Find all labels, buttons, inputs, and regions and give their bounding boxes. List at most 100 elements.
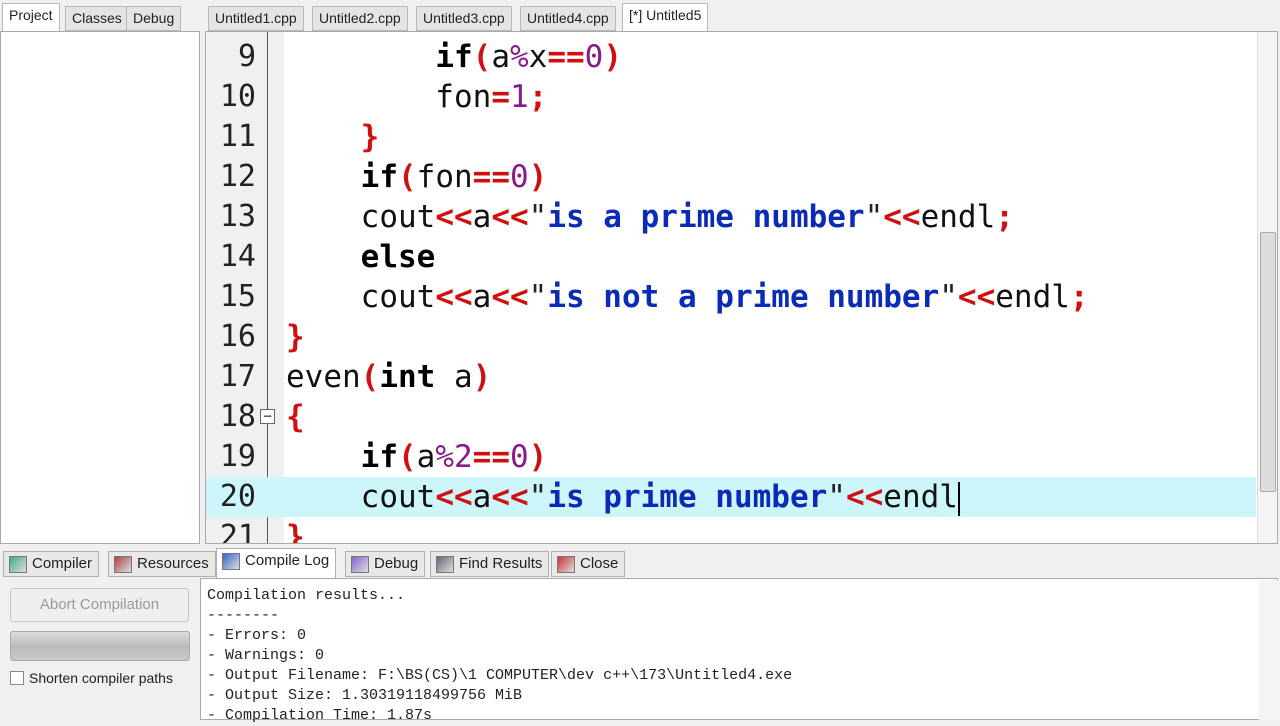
code-text: if(fon==0) bbox=[286, 157, 548, 197]
line-number: 12 bbox=[219, 159, 256, 194]
token-op: ( bbox=[472, 39, 492, 75]
token-kw: if bbox=[360, 159, 398, 195]
token-op: } bbox=[286, 519, 305, 544]
token-id: cout bbox=[286, 199, 436, 235]
code-text: even(int a) bbox=[286, 357, 491, 397]
token-op: << bbox=[491, 199, 529, 235]
code-line[interactable]: 9 if(a%x==0) bbox=[206, 37, 1256, 77]
fold-toggle-icon[interactable]: − bbox=[260, 409, 275, 424]
abort-compilation-button[interactable]: Abort Compilation bbox=[10, 588, 189, 622]
token-id: cout bbox=[286, 279, 436, 315]
code-line[interactable]: 15 cout<<a<<"is not a prime number"<<end… bbox=[206, 277, 1256, 317]
token-num: 0 bbox=[509, 439, 529, 475]
code-line[interactable]: 13 cout<<a<<"is a prime number"<<endl; bbox=[206, 197, 1256, 237]
log-line: - Warnings: 0 bbox=[207, 647, 325, 664]
line-number: 14 bbox=[219, 239, 256, 274]
bar-chart-icon bbox=[222, 553, 240, 570]
code-text: else bbox=[286, 237, 436, 277]
token-op: } bbox=[360, 119, 380, 155]
code-line[interactable]: 17 even(int a) bbox=[206, 357, 1256, 397]
token-id: a bbox=[491, 39, 510, 75]
log-scrollbar[interactable] bbox=[1259, 580, 1279, 720]
checkbox-label: Shorten compiler paths bbox=[29, 670, 173, 686]
line-number: 18 bbox=[219, 399, 256, 434]
token-id: a bbox=[472, 479, 492, 515]
bottom-tab-compiler[interactable]: Compiler bbox=[3, 551, 100, 577]
file-tab-untitled5[interactable]: [*] Untitled5 bbox=[622, 3, 709, 32]
line-number: 17 bbox=[219, 359, 256, 394]
project-panel bbox=[0, 31, 200, 544]
token-op: ) bbox=[472, 359, 492, 395]
code-line[interactable]: 19 if(a%2==0) bbox=[206, 437, 1256, 477]
token-id: endl bbox=[883, 479, 958, 515]
token-op: << bbox=[491, 279, 529, 315]
token-op: << bbox=[491, 479, 529, 515]
code-editor[interactable]: 9 if(a%x==0) 10 fon=1; 11 } 12 if(fon==0) 13… bbox=[205, 31, 1278, 544]
log-line: - Output Size: 1.30319118499756 MiB bbox=[207, 687, 523, 704]
code-line[interactable]: 10 fon=1; bbox=[206, 77, 1256, 117]
token-op: ) bbox=[603, 39, 622, 75]
token-op: << bbox=[435, 279, 473, 315]
bottom-tab-resources[interactable]: Resources bbox=[108, 551, 216, 577]
code-text: } bbox=[286, 517, 305, 544]
code-line[interactable]: 14 else bbox=[206, 237, 1256, 277]
line-number: 21 bbox=[219, 519, 256, 544]
tab-label: Debug bbox=[374, 555, 419, 572]
token-op: == bbox=[547, 39, 585, 75]
checkbox[interactable] bbox=[10, 671, 24, 685]
code-line[interactable]: 11 } bbox=[206, 117, 1256, 157]
code-line[interactable]: 12 if(fon==0) bbox=[206, 157, 1256, 197]
file-tab-untitled3[interactable]: Untitled3.cpp bbox=[416, 6, 512, 31]
code-line[interactable]: 18 {− bbox=[206, 397, 1256, 437]
code-line[interactable]: 16} bbox=[206, 317, 1256, 357]
tab-classes[interactable]: Classes bbox=[65, 6, 129, 31]
line-number: 20 bbox=[219, 479, 256, 514]
code-line[interactable]: 20 cout<<a<<"is prime number"<<endl bbox=[206, 477, 1256, 517]
code-line[interactable]: 21} bbox=[206, 517, 1256, 544]
shorten-paths-checkbox[interactable]: Shorten compiler paths bbox=[10, 670, 173, 686]
tab-debug[interactable]: Debug bbox=[126, 6, 182, 31]
file-tab-untitled2[interactable]: Untitled2.cpp bbox=[312, 6, 408, 31]
token-id: cout bbox=[286, 479, 436, 515]
token-str: is a prime number bbox=[547, 199, 865, 235]
tab-project[interactable]: Project bbox=[2, 3, 60, 32]
token-q: " bbox=[528, 479, 548, 515]
close-icon bbox=[557, 556, 575, 573]
log-line: -------- bbox=[207, 607, 280, 624]
token-num: % bbox=[509, 39, 529, 75]
line-number: 15 bbox=[219, 279, 256, 314]
progress-bar bbox=[10, 631, 190, 661]
tab-label: Find Results bbox=[459, 555, 543, 572]
token-op: ( bbox=[360, 359, 380, 395]
token-id bbox=[286, 119, 361, 155]
token-num: 0 bbox=[509, 159, 529, 195]
token-str: is not a prime number bbox=[547, 279, 940, 315]
token-op: ) bbox=[528, 159, 548, 195]
file-tab-untitled4[interactable]: Untitled4.cpp bbox=[520, 6, 616, 31]
token-op: << bbox=[435, 199, 473, 235]
bottom-tab-debug[interactable]: Debug bbox=[345, 551, 426, 577]
token-id: even bbox=[286, 359, 361, 395]
token-op: ; bbox=[995, 199, 1014, 235]
scrollbar-thumb[interactable] bbox=[1260, 232, 1276, 492]
log-line: - Errors: 0 bbox=[207, 627, 307, 644]
code-text: fon=1; bbox=[286, 77, 547, 117]
file-tab-untitled1[interactable]: Untitled1.cpp bbox=[208, 6, 304, 31]
line-number: 11 bbox=[219, 119, 256, 154]
code-text: cout<<a<<"is a prime number"<<endl; bbox=[286, 197, 1014, 237]
bottom-tab-close[interactable]: Close bbox=[551, 551, 626, 577]
line-number: 19 bbox=[219, 439, 256, 474]
token-q: " bbox=[864, 199, 884, 235]
editor-scrollbar[interactable] bbox=[1257, 32, 1277, 543]
token-id: fon bbox=[416, 159, 473, 195]
token-op: ( bbox=[397, 439, 417, 475]
token-q: " bbox=[939, 279, 958, 315]
find-icon bbox=[436, 556, 454, 573]
token-op: << bbox=[883, 199, 921, 235]
resources-icon bbox=[114, 556, 132, 573]
token-op: << bbox=[845, 479, 884, 515]
token-op: ( bbox=[397, 159, 417, 195]
code-text: if(a%2==0) bbox=[286, 437, 548, 477]
bottom-tab-find-results[interactable]: Find Results bbox=[430, 551, 550, 577]
bottom-tab-compile-log[interactable]: Compile Log bbox=[216, 548, 337, 578]
